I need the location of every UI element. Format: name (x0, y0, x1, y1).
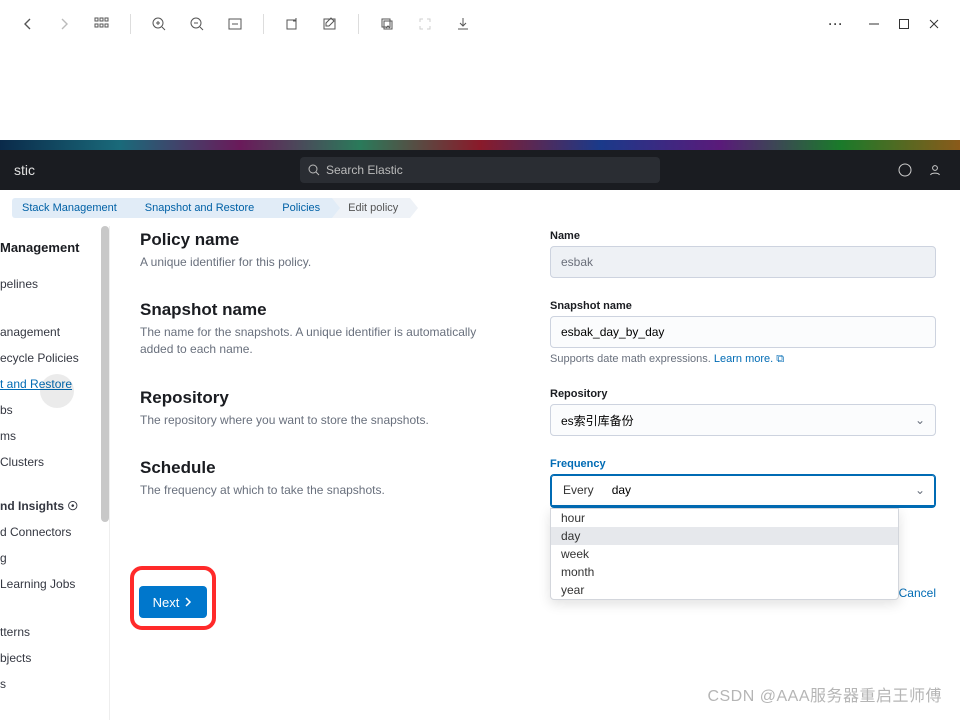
zoom-out-icon[interactable] (181, 8, 213, 40)
frequency-prefix: Every (551, 483, 606, 497)
frequency-dropdown: hour day week month year (550, 508, 899, 600)
edit-icon[interactable] (314, 8, 346, 40)
breadcrumb-item[interactable]: Stack Management (12, 198, 129, 218)
sidebar-heading: Management (0, 236, 109, 271)
field-label-frequency: Frequency (550, 458, 936, 470)
sidebar-scrollbar[interactable] (101, 226, 109, 720)
sidebar-item[interactable]: d Connectors (0, 519, 109, 545)
frequency-select[interactable]: Every day ⌄ hour day week month year (550, 474, 936, 508)
sidebar-item[interactable]: Clusters (0, 449, 109, 475)
global-search[interactable]: Search Elastic (300, 157, 660, 183)
external-link-icon: ⧉ (776, 353, 784, 365)
chevron-down-icon: ⌄ (915, 413, 925, 427)
back-button[interactable] (12, 8, 44, 40)
dropdown-option-year[interactable]: year (551, 581, 898, 599)
section-title-snapshot-name: Snapshot name (140, 300, 510, 320)
forward-button[interactable] (48, 8, 80, 40)
window-maximize-icon[interactable] (898, 18, 910, 30)
highlight-circle (40, 374, 74, 408)
dropdown-option-hour[interactable]: hour (551, 509, 898, 527)
copy-icon[interactable] (371, 8, 403, 40)
app-header: stic Search Elastic (0, 150, 960, 190)
sidebar-item[interactable]: g (0, 545, 109, 571)
frequency-value: day (606, 483, 915, 497)
header-user-icon[interactable] (928, 163, 942, 177)
field-label-name: Name (550, 230, 936, 242)
repository-select[interactable]: es索引库备份 ⌄ (550, 404, 936, 436)
breadcrumb-item[interactable]: Policies (266, 198, 332, 218)
window-minimize-icon[interactable] (868, 18, 880, 30)
breadcrumb-item[interactable]: Snapshot and Restore (129, 198, 266, 218)
sidebar: Management pelines anagement ecycle Poli… (0, 226, 110, 720)
rotate-icon[interactable] (276, 8, 308, 40)
chevron-right-icon (183, 597, 193, 607)
field-label-repository: Repository (550, 388, 936, 400)
dropdown-option-month[interactable]: month (551, 563, 898, 581)
search-icon (308, 164, 320, 176)
sidebar-item[interactable]: anagement (0, 319, 109, 345)
zoom-in-icon[interactable] (143, 8, 175, 40)
dropdown-option-day[interactable]: day (551, 527, 898, 545)
header-help-icon[interactable] (898, 163, 912, 177)
helper-text: Supports date math expressions. Learn mo… (550, 353, 936, 366)
sidebar-item[interactable]: ms (0, 423, 109, 449)
section-title-repository: Repository (140, 388, 510, 408)
form-area: Policy name A unique identifier for this… (110, 226, 960, 720)
breadcrumb: Stack Management Snapshot and Restore Po… (0, 190, 960, 226)
sidebar-item[interactable]: pelines (0, 271, 109, 297)
section-desc: A unique identifier for this policy. (140, 254, 510, 271)
browser-toolbar: ··· (0, 0, 960, 48)
sidebar-section: nd Insights ☉ (0, 493, 109, 519)
section-desc: The repository where you want to store t… (140, 412, 510, 429)
app-logo-fragment: stic (0, 162, 49, 178)
breadcrumb-current: Edit policy (332, 198, 410, 218)
section-desc: The name for the snapshots. A unique ide… (140, 324, 510, 358)
window-close-icon[interactable] (928, 18, 940, 30)
snapshot-name-input[interactable] (550, 316, 936, 348)
fullscreen-icon[interactable] (409, 8, 441, 40)
search-placeholder: Search Elastic (326, 163, 403, 177)
decorative-strip (0, 140, 960, 150)
name-input[interactable] (550, 246, 936, 278)
sidebar-item[interactable]: bjects (0, 645, 109, 671)
next-button-highlight: Next (130, 566, 216, 630)
apps-grid-icon[interactable] (86, 8, 118, 40)
section-title-schedule: Schedule (140, 458, 510, 478)
section-desc: The frequency at which to take the snaps… (140, 482, 510, 499)
next-button[interactable]: Next (139, 586, 207, 618)
cancel-link[interactable]: Cancel (899, 586, 936, 600)
sidebar-item[interactable]: tterns (0, 619, 109, 645)
sidebar-item[interactable]: Learning Jobs (0, 571, 109, 597)
sidebar-item[interactable]: ecycle Policies (0, 345, 109, 371)
section-title-policy-name: Policy name (140, 230, 510, 250)
chevron-down-icon: ⌄ (915, 483, 935, 497)
fit-width-icon[interactable] (219, 8, 251, 40)
download-icon[interactable] (447, 8, 479, 40)
field-label-snapshot-name: Snapshot name (550, 300, 936, 312)
learn-more-link[interactable]: Learn more. ⧉ (714, 353, 784, 365)
more-menu-icon[interactable]: ··· (820, 8, 852, 40)
dropdown-option-week[interactable]: week (551, 545, 898, 563)
sidebar-item[interactable]: s (0, 671, 109, 697)
